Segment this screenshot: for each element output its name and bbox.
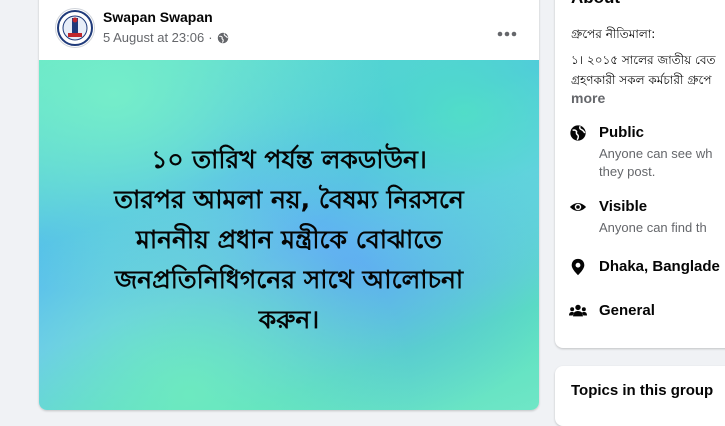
- desc-line: they post.: [599, 164, 656, 179]
- desc-line: Anyone can see wh: [599, 146, 713, 161]
- author-avatar[interactable]: [55, 8, 95, 48]
- more-dots-icon: [497, 31, 517, 37]
- about-item-title: Visible: [599, 198, 648, 215]
- group-rules-label: গ্রুপের নীতিমালা:: [571, 27, 656, 41]
- post-text-line: জনপ্রতিনিধিগনের সাথে আলোচনা: [114, 265, 464, 294]
- about-item-title: General: [599, 302, 655, 319]
- about-title: About: [571, 0, 620, 8]
- globe-icon: [570, 125, 586, 141]
- post-meta: 5 August at 23:06 ·: [103, 30, 229, 45]
- eye-icon: [569, 202, 587, 212]
- post-background: ১০ তারিখ পর্যন্ত লকডাউন। তারপর আমলা নয়,…: [39, 60, 539, 410]
- about-card: About গ্রুপের নীতিমালা: ১। ২০১৫ সালের জা…: [555, 0, 725, 348]
- topics-title: Topics in this group: [571, 382, 714, 399]
- post-author-name[interactable]: Swapan Swapan: [103, 9, 213, 25]
- post-text: ১০ তারিখ পর্যন্ত লকডাউন। তারপর আমলা নয়,…: [49, 140, 529, 340]
- desc-line: Anyone can find th: [599, 220, 707, 235]
- meta-separator: ·: [208, 30, 213, 45]
- post-card: Swapan Swapan 5 August at 23:06 · ১০ তার…: [39, 0, 539, 410]
- audience-globe-icon[interactable]: [217, 32, 229, 44]
- topics-card: Topics in this group: [555, 366, 725, 426]
- people-icon: [569, 304, 587, 317]
- group-rules-text: গ্রহণকারী সকল কর্মচারী গ্রুপে: [571, 73, 712, 87]
- location-pin-icon: [571, 258, 585, 276]
- group-rules-text: ১। ২০১৫ সালের জাতীয় বেত: [571, 53, 716, 67]
- about-item-desc: Anyone can find th: [599, 219, 707, 237]
- post-timestamp[interactable]: 5 August at 23:06: [103, 30, 204, 45]
- post-options-button[interactable]: [489, 16, 525, 52]
- post-text-line: মাননীয় প্রধান মন্ত্রীকে বোঝাতে: [135, 225, 443, 254]
- about-item-desc: Anyone can see wh they post.: [599, 145, 712, 181]
- post-text-line: তারপর আমলা নয়, বৈষম্য নিরসনে: [114, 185, 464, 214]
- about-item-title: Public: [599, 124, 645, 141]
- see-more-link[interactable]: more: [571, 90, 605, 106]
- post-text-line: করুন।: [258, 305, 320, 334]
- post-text-line: ১০ তারিখ পর্যন্ত লকডাউন।: [151, 145, 427, 174]
- about-item-title[interactable]: Dhaka, Banglade: [599, 258, 720, 275]
- avatar-logo-icon: [57, 10, 93, 46]
- post-header: Swapan Swapan 5 August at 23:06 ·: [39, 0, 539, 60]
